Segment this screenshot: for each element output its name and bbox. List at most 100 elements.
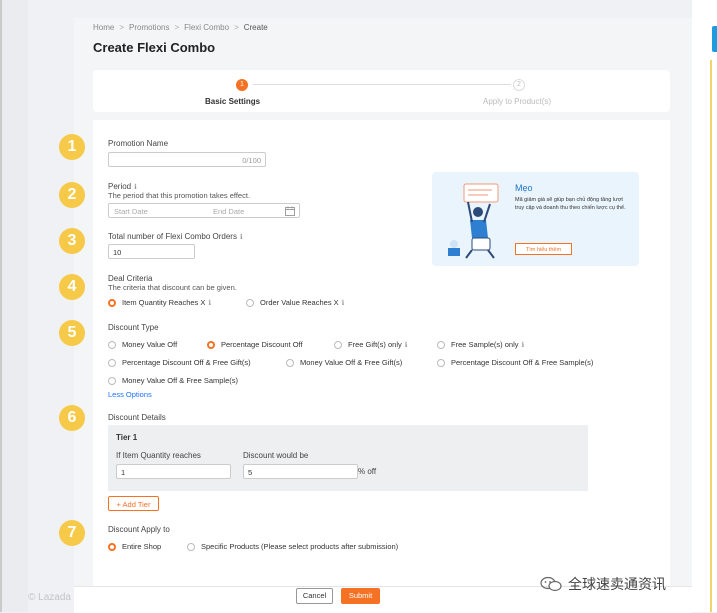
- breadcrumb: Home > Promotions > Flexi Combo > Create: [93, 23, 268, 32]
- radio-unselected-icon: [437, 359, 445, 367]
- info-icon[interactable]: ℹ: [522, 342, 525, 349]
- breadcrumb-flexi-combo[interactable]: Flexi Combo: [184, 23, 229, 32]
- annotation-6: 6: [59, 405, 85, 431]
- annotation-1: 1: [59, 134, 85, 160]
- page-title: Create Flexi Combo: [93, 40, 216, 55]
- breadcrumb-home[interactable]: Home: [93, 23, 114, 32]
- radio-unselected-icon: [108, 359, 116, 367]
- radio-label: Free Gift(s) only: [348, 340, 402, 349]
- radio-unselected-icon: [246, 299, 254, 307]
- radio-label: Free Sample(s) only: [451, 340, 519, 349]
- radio-unselected-icon: [334, 341, 342, 349]
- period-label: Period ℹ: [108, 182, 137, 191]
- step-2-circle: 2: [513, 79, 525, 91]
- wechat-icon: [540, 576, 562, 592]
- end-date-placeholder: End Date: [213, 207, 245, 216]
- quantity-reaches-input[interactable]: 1: [116, 464, 231, 479]
- radio-unselected-icon: [187, 543, 195, 551]
- annotation-2: 2: [59, 182, 85, 208]
- right-guide-line: [710, 60, 712, 612]
- radio-free-gifts-only[interactable]: Free Gift(s) only ℹ: [334, 340, 407, 349]
- radio-unselected-icon: [108, 341, 116, 349]
- stepper: 1 2 Basic Settings Apply to Product(s): [93, 70, 670, 112]
- info-icon[interactable]: ℹ: [134, 184, 137, 191]
- deal-criteria-description: The criteria that discount can be given.: [108, 283, 237, 292]
- period-date-range-input[interactable]: Start Date End Date: [108, 203, 300, 218]
- radio-selected-icon: [207, 341, 215, 349]
- discount-would-be-value: 5: [248, 468, 253, 477]
- percent-off-suffix: % off: [358, 467, 377, 476]
- quantity-reaches-value: 1: [121, 468, 126, 477]
- radio-entire-shop[interactable]: Entire Shop: [108, 542, 161, 551]
- radio-percentage-free-gifts[interactable]: Percentage Discount Off & Free Gift(s): [108, 358, 251, 367]
- radio-unselected-icon: [437, 341, 445, 349]
- radio-money-value-off[interactable]: Money Value Off: [108, 340, 177, 349]
- total-orders-label: Total number of Flexi Combo Orders ℹ: [108, 232, 243, 241]
- info-icon[interactable]: ℹ: [240, 234, 243, 241]
- person-illustration-icon: [448, 183, 499, 259]
- total-orders-label-text: Total number of Flexi Combo Orders: [108, 232, 237, 241]
- annotation-4: 4: [59, 274, 85, 300]
- radio-label: Money Value Off: [122, 340, 178, 349]
- tip-body: Mã giảm giá sẽ giúp bạn chủ động tăng lư…: [515, 197, 626, 211]
- step-2-label: Apply to Product(s): [483, 97, 552, 106]
- radio-label: Order Value Reaches X: [260, 298, 339, 307]
- discount-would-be-label: Discount would be: [243, 451, 309, 460]
- lazada-watermark: © Lazada: [28, 592, 71, 603]
- cancel-button[interactable]: Cancel: [296, 588, 333, 604]
- chevron-right-icon: >: [234, 23, 239, 32]
- info-icon[interactable]: ℹ: [405, 342, 408, 349]
- promotion-name-counter: 0/100: [242, 156, 261, 165]
- radio-money-free-gifts[interactable]: Money Value Off & Free Gift(s): [286, 358, 402, 367]
- info-icon[interactable]: ℹ: [342, 300, 345, 307]
- info-icon[interactable]: ℹ: [208, 300, 211, 307]
- tip-title: Mẹo: [515, 183, 533, 193]
- quantity-reaches-label: If Item Quantity reaches: [116, 451, 201, 460]
- radio-label: Percentage Discount Off & Free Gift(s): [122, 358, 251, 367]
- radio-order-value[interactable]: Order Value Reaches Xℹ: [246, 298, 344, 307]
- right-scroll-accent: [712, 26, 717, 52]
- submit-button[interactable]: Submit: [341, 588, 380, 604]
- radio-label: Money Value Off & Free Sample(s): [122, 376, 239, 385]
- step-1-label: Basic Settings: [205, 97, 261, 106]
- annotation-7: 7: [59, 520, 85, 546]
- annotation-5: 5: [59, 320, 85, 346]
- radio-free-samples-only[interactable]: Free Sample(s) only ℹ: [437, 340, 524, 349]
- radio-unselected-icon: [108, 377, 116, 385]
- radio-unselected-icon: [286, 359, 294, 367]
- radio-specific-products[interactable]: Specific Products (Please select product…: [187, 542, 398, 551]
- learn-more-button[interactable]: Tìm hiểu thêm: [515, 243, 572, 255]
- discount-apply-to-label: Discount Apply to: [108, 525, 170, 534]
- promotion-name-label: Promotion Name: [108, 139, 169, 148]
- radio-item-quantity[interactable]: Item Quantity Reaches Xℹ: [108, 298, 211, 307]
- calendar-icon[interactable]: [285, 206, 295, 216]
- radio-label: Percentage Discount Off: [221, 340, 303, 349]
- radio-selected-icon: [108, 543, 116, 551]
- total-orders-value: 10: [113, 248, 122, 257]
- radio-selected-icon: [108, 299, 116, 307]
- discount-would-be-input[interactable]: 5: [243, 464, 358, 479]
- promotion-name-input[interactable]: 0/100: [108, 152, 266, 167]
- radio-label: Money Value Off & Free Gift(s): [300, 358, 403, 367]
- less-options-link[interactable]: Less Options: [108, 390, 152, 399]
- right-column: [692, 0, 717, 612]
- chevron-right-icon: >: [119, 23, 125, 32]
- radio-label: Item Quantity Reaches X: [122, 298, 206, 307]
- wechat-watermark: 全球速卖通资讯: [540, 574, 666, 594]
- period-label-text: Period: [108, 182, 132, 191]
- radio-money-free-samples[interactable]: Money Value Off & Free Sample(s): [108, 376, 238, 385]
- wechat-watermark-text: 全球速卖通资讯: [568, 577, 666, 593]
- radio-label: Specific Products (Please select product…: [201, 542, 399, 551]
- chevron-right-icon: >: [174, 23, 180, 32]
- radio-percentage-discount-off[interactable]: Percentage Discount Off: [207, 340, 303, 349]
- step-connector: [253, 84, 511, 85]
- annotation-3: 3: [59, 228, 85, 254]
- total-orders-input[interactable]: 10: [108, 244, 195, 259]
- add-tier-button[interactable]: + Add Tier: [108, 496, 159, 511]
- left-gutter: [0, 0, 28, 612]
- breadcrumb-promotions[interactable]: Promotions: [129, 23, 169, 32]
- left-edge-line: [0, 0, 2, 612]
- start-date-placeholder: Start Date: [114, 207, 148, 216]
- radio-percentage-free-samples[interactable]: Percentage Discount Off & Free Sample(s): [437, 358, 593, 367]
- period-description: The period that this promotion takes eff…: [108, 191, 251, 200]
